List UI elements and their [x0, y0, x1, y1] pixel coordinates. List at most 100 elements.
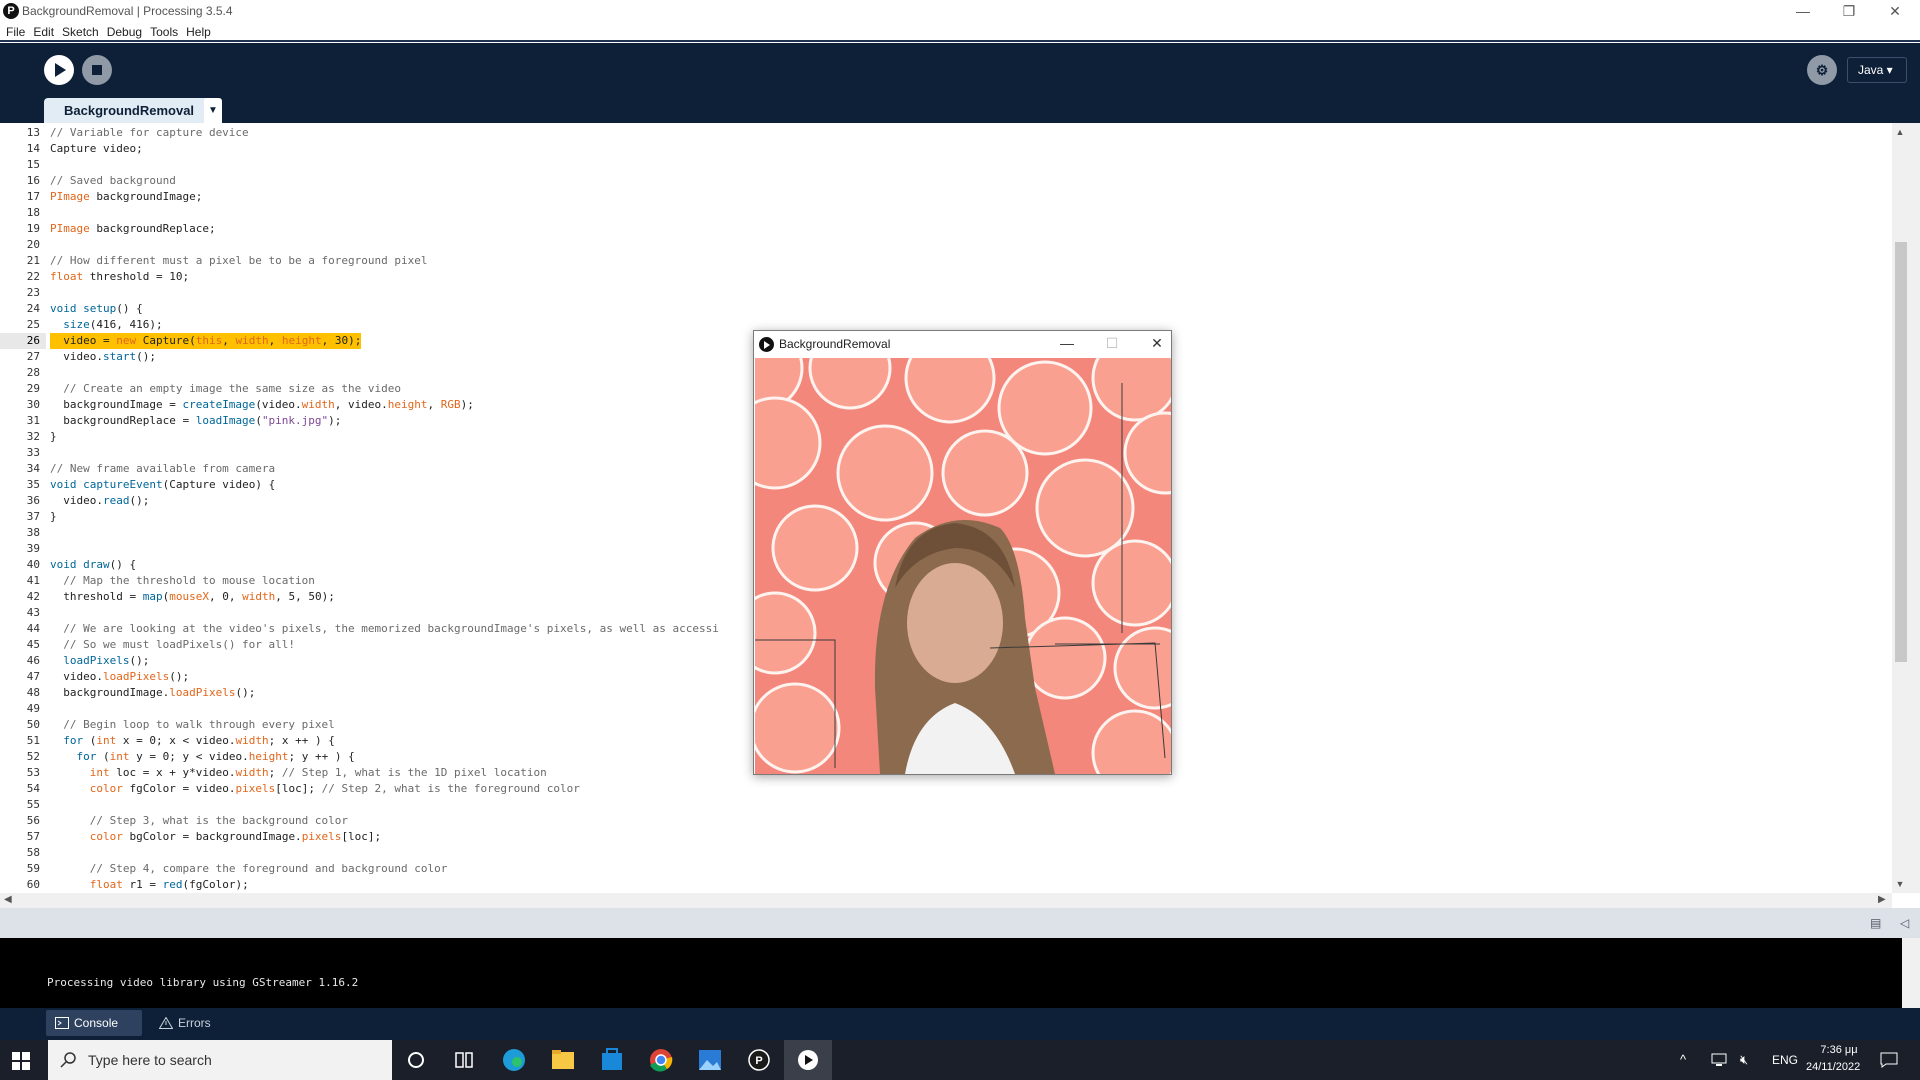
line-number: 44	[26, 622, 40, 635]
line-number: 34	[26, 462, 40, 475]
editor-scroll-thumb[interactable]	[1895, 242, 1907, 662]
code-line[interactable]: }	[50, 509, 57, 525]
console-output[interactable]: Processing video library using GStreamer…	[0, 938, 1902, 1008]
debugger-icon[interactable]: ⚙	[1807, 55, 1837, 85]
code-line[interactable]: color bgColor = backgroundImage.pixels[l…	[50, 829, 381, 845]
console-scrollbar[interactable]	[1902, 938, 1920, 1008]
mode-select[interactable]: Java ▾	[1847, 57, 1907, 83]
code-line[interactable]: void draw() {	[50, 557, 136, 573]
maximize-button[interactable]: ❐	[1826, 0, 1872, 22]
code-line[interactable]: video.read();	[50, 493, 149, 509]
code-line[interactable]: }	[50, 429, 57, 445]
stop-button[interactable]	[82, 55, 112, 85]
line-number: 31	[26, 414, 40, 427]
sketch-window[interactable]: BackgroundRemoval — ☐ ✕	[753, 330, 1172, 775]
line-number: 38	[26, 526, 40, 539]
network-icon[interactable]	[1710, 1053, 1728, 1067]
copy-console-icon[interactable]: ▤	[1870, 916, 1881, 930]
run-button[interactable]	[44, 55, 74, 85]
edge-icon[interactable]	[490, 1040, 538, 1080]
code-line[interactable]: // Map the threshold to mouse location	[50, 573, 315, 589]
line-number: 35	[26, 478, 40, 491]
processing-app-icon: P	[3, 3, 19, 19]
photos-icon[interactable]	[686, 1040, 734, 1080]
scroll-right-icon[interactable]: ▶	[1878, 894, 1886, 905]
sketch-running-icon[interactable]	[784, 1040, 832, 1080]
task-view-icon[interactable]	[444, 1046, 484, 1074]
code-line[interactable]: for (int x = 0; x < video.width; x ++ ) …	[50, 733, 335, 749]
code-line[interactable]: float r1 = red(fgColor);	[50, 877, 249, 893]
code-line[interactable]: video.loadPixels();	[50, 669, 189, 685]
code-line[interactable]: backgroundImage = createImage(video.widt…	[50, 397, 474, 413]
code-line[interactable]: void captureEvent(Capture video) {	[50, 477, 275, 493]
editor-horizontal-scrollbar[interactable]: ◀ ▶	[0, 893, 1892, 908]
code-line[interactable]: backgroundImage.loadPixels();	[50, 685, 255, 701]
file-explorer-icon[interactable]	[539, 1040, 587, 1080]
scroll-up-icon[interactable]: ▲	[1892, 127, 1908, 137]
scroll-left-icon[interactable]: ◀	[4, 894, 12, 905]
clock-time[interactable]: 7:36 μμ	[1816, 1044, 1862, 1056]
toolbar: ⚙ Java ▾ BackgroundRemoval ▼	[0, 43, 1920, 123]
code-line[interactable]: // Variable for capture device	[50, 125, 249, 141]
code-line[interactable]: size(416, 416);	[50, 317, 162, 333]
code-line[interactable]: Capture video;	[50, 141, 143, 157]
tab-menu-button[interactable]: ▼	[204, 98, 222, 123]
video-frame-image	[755, 358, 1171, 774]
code-line[interactable]: loadPixels();	[50, 653, 149, 669]
tab-errors[interactable]: Errors	[150, 1010, 230, 1036]
clock-date[interactable]: 24/11/2022	[1806, 1061, 1860, 1073]
windows-start-icon[interactable]	[12, 1052, 30, 1070]
sketch-canvas[interactable]	[755, 358, 1171, 774]
line-number: 36	[26, 494, 40, 507]
code-line[interactable]: // Step 4, compare the foreground and ba…	[50, 861, 448, 877]
chrome-icon[interactable]	[637, 1040, 685, 1080]
highlighted-code-line[interactable]: video = new Capture(this, width, height,…	[50, 333, 362, 349]
line-number: 47	[26, 670, 40, 683]
line-number: 56	[26, 814, 40, 827]
code-line[interactable]: backgroundReplace = loadImage("pink.jpg"…	[50, 413, 341, 429]
code-line[interactable]: video.start();	[50, 349, 156, 365]
code-line[interactable]: PImage backgroundImage;	[50, 189, 202, 205]
taskbar-search[interactable]: Type here to search	[48, 1040, 392, 1080]
line-number: 20	[26, 238, 40, 251]
collapse-console-icon[interactable]: ◁	[1900, 916, 1909, 930]
code-line[interactable]: threshold = map(mouseX, 0, width, 5, 50)…	[50, 589, 335, 605]
minimize-button[interactable]: —	[1780, 0, 1826, 22]
code-line[interactable]: // Saved background	[50, 173, 176, 189]
scroll-down-icon[interactable]: ▼	[1892, 879, 1908, 889]
tab-console[interactable]: Console	[46, 1010, 142, 1036]
menu-help[interactable]: Help	[182, 22, 215, 39]
tab-backgroundremoval[interactable]: BackgroundRemoval	[44, 98, 215, 123]
code-line[interactable]: int loc = x + y*video.width; // Step 1, …	[50, 765, 547, 781]
volume-muted-icon[interactable]: 🔇︎	[1740, 1052, 1748, 1068]
sketch-minimize-button[interactable]: —	[1052, 335, 1082, 351]
line-number: 57	[26, 830, 40, 843]
code-line[interactable]: float threshold = 10;	[50, 269, 189, 285]
sketch-title-bar[interactable]: BackgroundRemoval — ☐ ✕	[754, 331, 1171, 358]
menu-sketch[interactable]: Sketch	[58, 22, 103, 39]
menu-file[interactable]: File	[0, 22, 29, 39]
menu-tools[interactable]: Tools	[146, 22, 182, 39]
code-line[interactable]: color fgColor = video.pixels[loc]; // St…	[50, 781, 580, 797]
language-indicator[interactable]: ENG	[1772, 1053, 1798, 1067]
code-line[interactable]: void setup() {	[50, 301, 143, 317]
menu-edit[interactable]: Edit	[29, 22, 58, 39]
processing-icon[interactable]: P	[735, 1040, 783, 1080]
code-line[interactable]: // We are looking at the video's pixels,…	[50, 621, 719, 637]
code-line[interactable]: // New frame available from camera	[50, 461, 275, 477]
show-hidden-icons-icon[interactable]: ^	[1680, 1052, 1686, 1067]
code-line[interactable]: for (int y = 0; y < video.height; y ++ )…	[50, 749, 355, 765]
code-line[interactable]: // How different must a pixel be to be a…	[50, 253, 428, 269]
code-line[interactable]: // Begin loop to walk through every pixe…	[50, 717, 335, 733]
code-line[interactable]: // Step 3, what is the background color	[50, 813, 348, 829]
line-number: 59	[26, 862, 40, 875]
store-icon[interactable]	[588, 1040, 636, 1080]
cortana-icon[interactable]	[396, 1046, 436, 1074]
close-button[interactable]: ✕	[1872, 0, 1918, 22]
code-line[interactable]: PImage backgroundReplace;	[50, 221, 216, 237]
sketch-close-button[interactable]: ✕	[1142, 335, 1172, 352]
code-line[interactable]: // So we must loadPixels() for all!	[50, 637, 295, 653]
menu-debug[interactable]: Debug	[103, 22, 146, 39]
code-line[interactable]: // Create an empty image the same size a…	[50, 381, 401, 397]
notifications-icon[interactable]	[1880, 1052, 1898, 1068]
